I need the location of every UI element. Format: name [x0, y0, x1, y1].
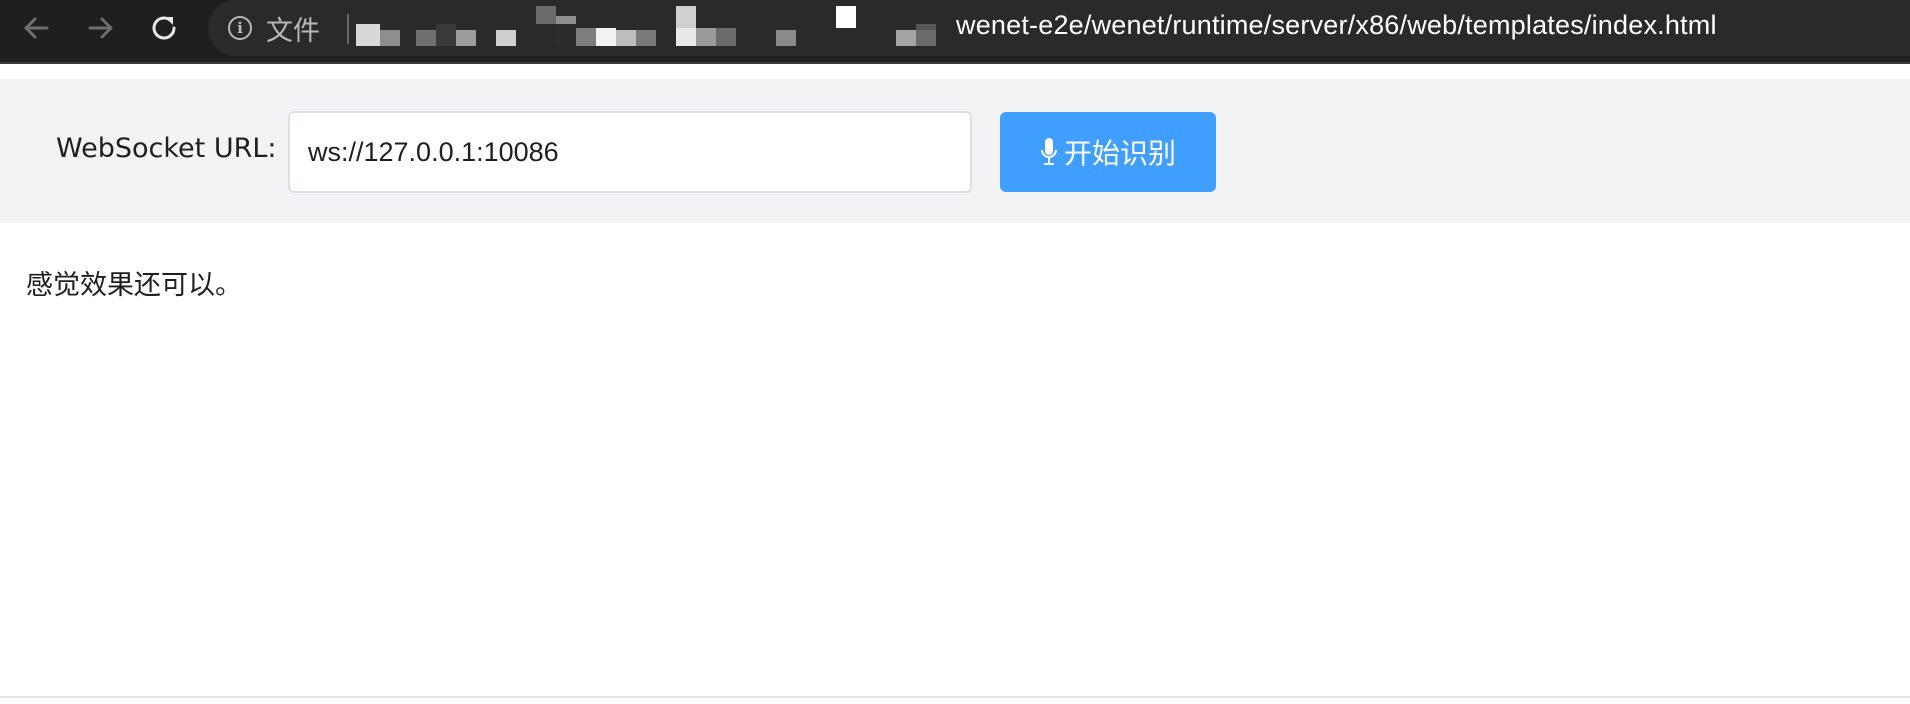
browser-toolbar: i 文件 wenet-e2e/wenet/runtime/server/x86/… — [0, 0, 1910, 64]
reload-button[interactable] — [146, 10, 182, 46]
site-info-chip[interactable]: i 文件 — [228, 12, 320, 47]
start-recognition-label: 开始识别 — [1063, 137, 1176, 170]
info-icon: i — [228, 16, 252, 40]
recognition-result-text: 感觉效果还可以。 — [26, 270, 242, 301]
redacted-url-segment — [356, 6, 936, 46]
back-button[interactable] — [18, 10, 54, 46]
forward-button[interactable] — [83, 10, 119, 46]
site-info-label: 文件 — [266, 15, 320, 47]
arrow-left-icon — [24, 17, 49, 39]
websocket-url-label: WebSocket URL: — [56, 133, 277, 164]
start-recognition-button[interactable]: 开始识别 — [1000, 112, 1216, 192]
bottom-divider — [0, 696, 1910, 698]
microphone-icon — [1040, 138, 1057, 165]
address-separator — [347, 14, 349, 44]
reload-icon — [152, 16, 176, 40]
arrow-right-icon — [88, 17, 113, 39]
url-text[interactable]: wenet-e2e/wenet/runtime/server/x86/web/t… — [956, 10, 1717, 41]
websocket-url-input[interactable] — [288, 111, 972, 193]
